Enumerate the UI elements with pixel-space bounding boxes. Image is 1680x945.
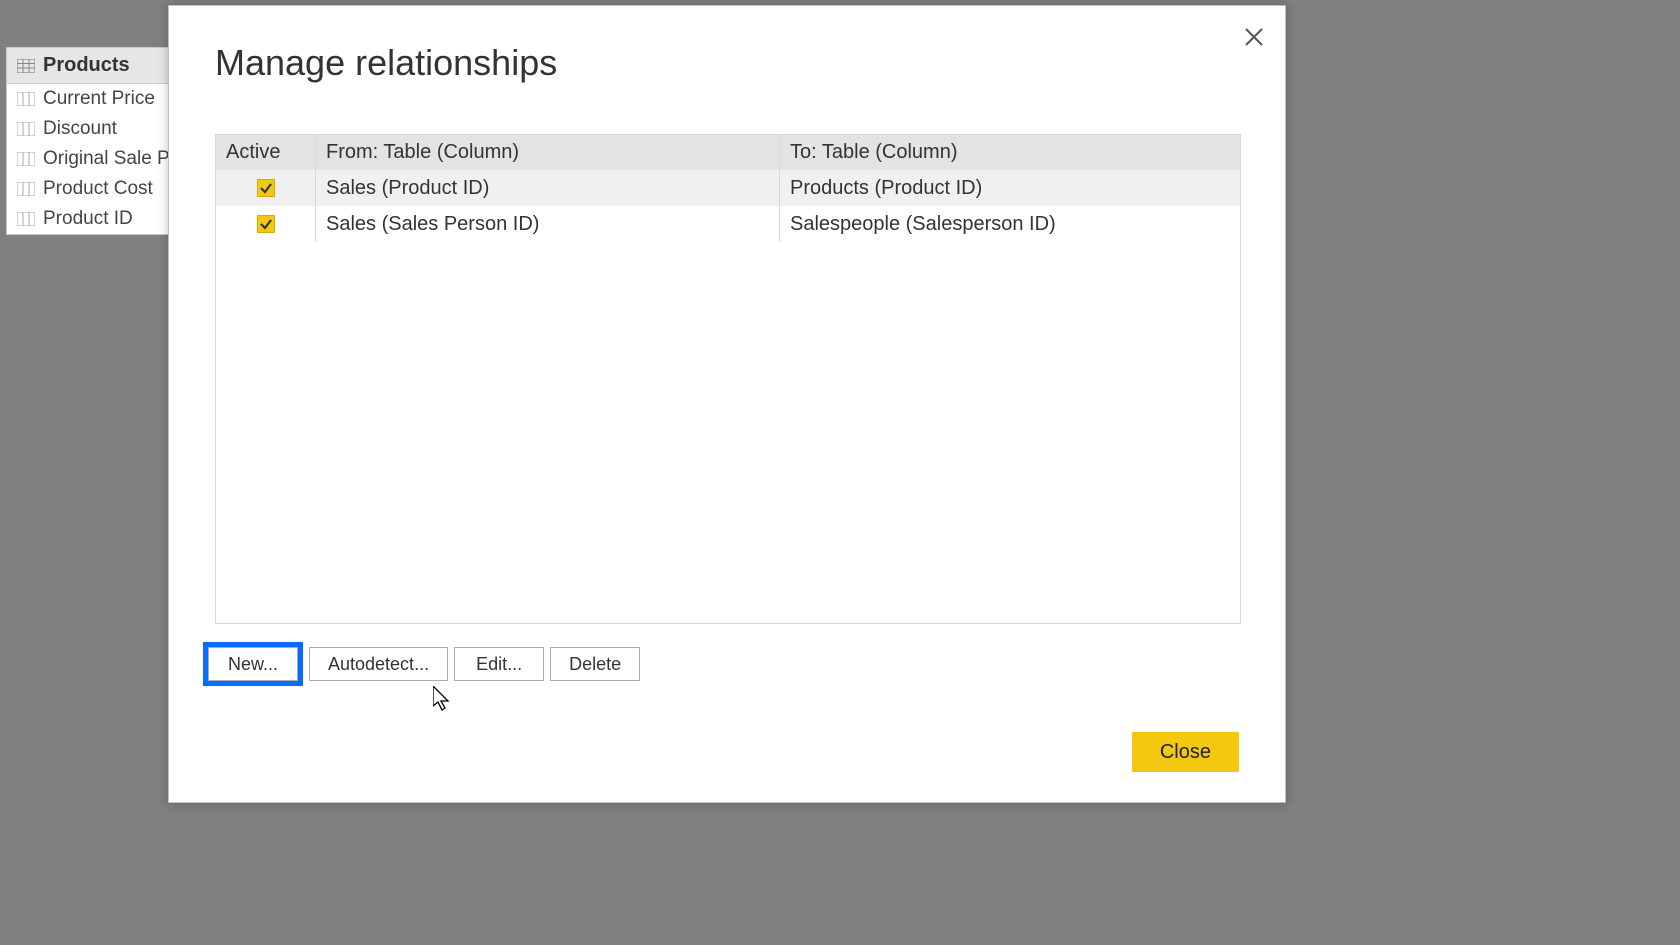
table-header-products[interactable]: Products bbox=[7, 48, 169, 84]
active-checkbox[interactable] bbox=[257, 179, 275, 197]
field-label: Product Cost bbox=[43, 178, 153, 200]
action-button-row: New... Autodetect... Edit... Delete bbox=[203, 642, 640, 686]
table-name-label: Products bbox=[43, 54, 130, 77]
autodetect-button[interactable]: Autodetect... bbox=[309, 647, 448, 681]
column-icon bbox=[17, 212, 35, 226]
relationships-grid: Active From: Table (Column) To: Table (C… bbox=[215, 134, 1241, 624]
manage-relationships-dialog: Manage relationships Active From: Table … bbox=[168, 5, 1286, 803]
header-active: Active bbox=[216, 135, 316, 170]
header-from: From: Table (Column) bbox=[316, 135, 780, 170]
field-label: Current Price bbox=[43, 88, 155, 110]
column-icon bbox=[17, 92, 35, 106]
new-button[interactable]: New... bbox=[208, 647, 298, 681]
new-button-highlight: New... bbox=[203, 642, 303, 686]
delete-button[interactable]: Delete bbox=[550, 647, 640, 681]
field-label: Product ID bbox=[43, 208, 133, 230]
close-button[interactable]: Close bbox=[1132, 732, 1239, 772]
field-item[interactable]: Original Sale Pri bbox=[7, 144, 169, 174]
grid-body: Sales (Product ID) Products (Product ID)… bbox=[216, 170, 1240, 623]
to-cell: Salespeople (Salesperson ID) bbox=[780, 206, 1240, 242]
column-icon bbox=[17, 152, 35, 166]
field-item[interactable]: Product ID bbox=[7, 204, 169, 234]
column-icon bbox=[17, 122, 35, 136]
column-icon bbox=[17, 182, 35, 196]
close-icon[interactable] bbox=[1239, 22, 1269, 52]
table-icon bbox=[17, 59, 35, 73]
dialog-title: Manage relationships bbox=[215, 42, 557, 84]
header-to: To: Table (Column) bbox=[780, 135, 1240, 170]
relationship-row[interactable]: Sales (Product ID) Products (Product ID) bbox=[216, 170, 1240, 206]
edit-button[interactable]: Edit... bbox=[454, 647, 544, 681]
mouse-cursor-icon bbox=[433, 686, 453, 712]
grid-header: Active From: Table (Column) To: Table (C… bbox=[216, 135, 1240, 170]
field-item[interactable]: Current Price bbox=[7, 84, 169, 114]
from-cell: Sales (Sales Person ID) bbox=[316, 206, 780, 242]
to-cell: Products (Product ID) bbox=[780, 170, 1240, 206]
relationship-row[interactable]: Sales (Sales Person ID) Salespeople (Sal… bbox=[216, 206, 1240, 242]
from-cell: Sales (Product ID) bbox=[316, 170, 780, 206]
field-label: Discount bbox=[43, 118, 117, 140]
field-item[interactable]: Discount bbox=[7, 114, 169, 144]
field-label: Original Sale Pri bbox=[43, 148, 169, 170]
active-checkbox[interactable] bbox=[257, 215, 275, 233]
field-item[interactable]: Product Cost bbox=[7, 174, 169, 204]
fields-panel: Products Current Price Discount Original… bbox=[6, 47, 170, 235]
